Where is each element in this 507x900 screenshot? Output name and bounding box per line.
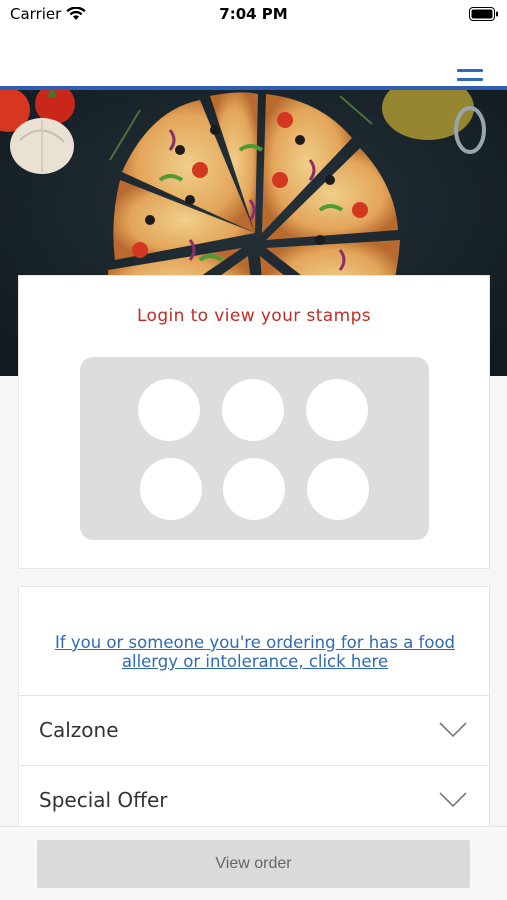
stamps-login-prompt[interactable]: Login to view your stamps (19, 306, 489, 326)
menu-category-special-offer[interactable]: Special Offer (19, 765, 489, 835)
chevron-down-icon (439, 792, 467, 808)
menu-category-label: Special Offer (39, 788, 168, 812)
status-bar: Carrier 7:04 PM (0, 0, 507, 28)
menu-category-calzone[interactable]: Calzone (19, 695, 489, 765)
status-time: 7:04 PM (219, 5, 288, 23)
stamp-slot (306, 379, 368, 441)
stamp-slot (223, 458, 285, 520)
chevron-down-icon (439, 722, 467, 738)
bottom-bar: View order (0, 826, 507, 900)
menu-category-label: Calzone (39, 718, 119, 742)
stamp-slot (222, 379, 284, 441)
app-header (0, 28, 507, 90)
stamp-grid (80, 357, 429, 540)
allergy-info-link[interactable]: If you or someone you're ordering for ha… (39, 633, 471, 671)
view-order-button[interactable]: View order (37, 840, 470, 888)
stamp-slot (307, 458, 369, 520)
stamp-slot (140, 458, 202, 520)
battery-icon (469, 7, 498, 21)
stamp-slot (138, 379, 200, 441)
menu-card: If you or someone you're ordering for ha… (18, 586, 490, 846)
stamps-card: Login to view your stamps (18, 275, 490, 569)
